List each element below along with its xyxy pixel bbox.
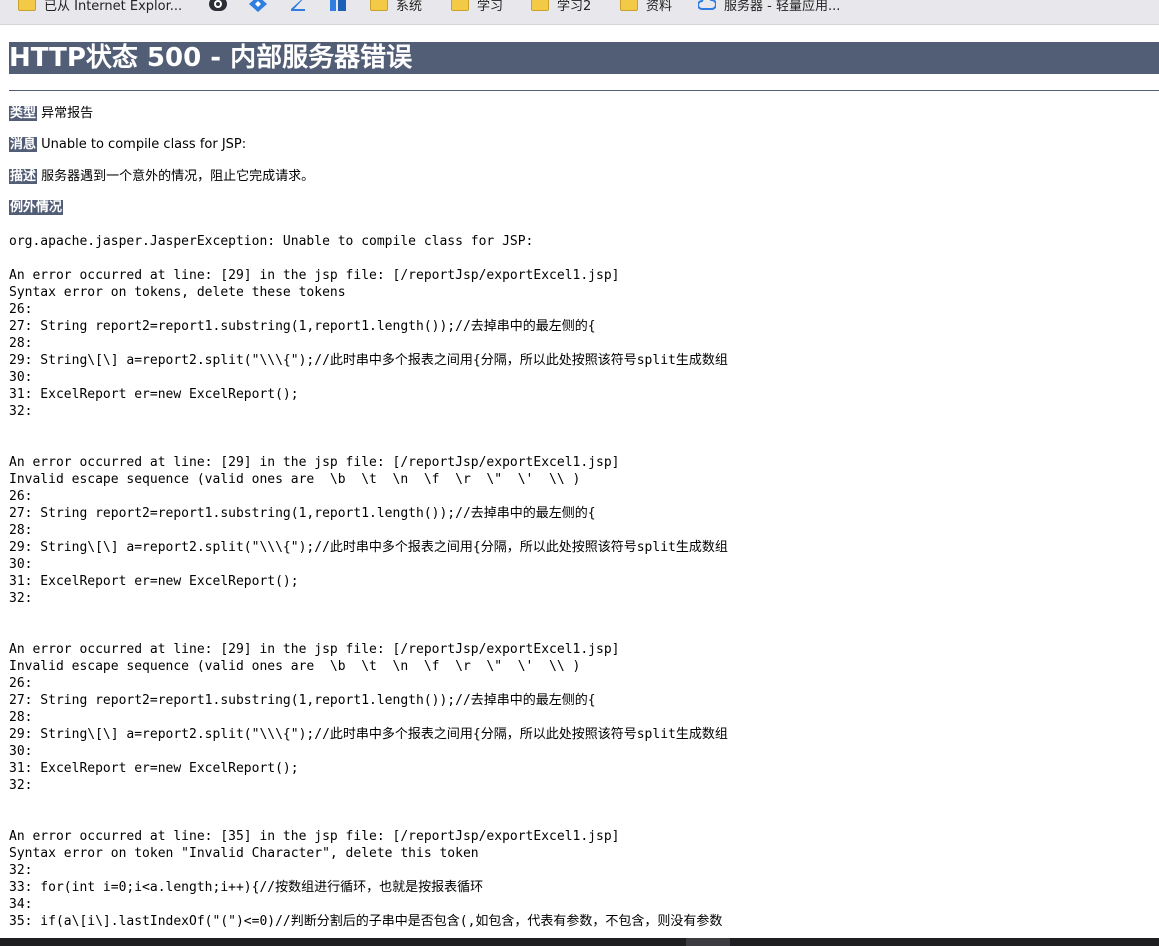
taskbar — [0, 938, 1159, 946]
description-row: 描述 服务器遇到一个意外的情况，阻止它完成请求。 — [9, 168, 314, 186]
folder-icon — [620, 0, 638, 11]
bookmark-label: 已从 Internet Explor... — [44, 0, 183, 14]
cloud-icon — [698, 0, 716, 10]
bookmark-label: 学习 — [477, 0, 504, 14]
z-app-icon — [291, 0, 305, 11]
bookmark-app-1[interactable] — [209, 0, 227, 15]
error-block: An error occurred at line: [29] in the j… — [9, 641, 728, 794]
error-message: Syntax error on token "Invalid Character… — [9, 846, 479, 861]
bookmark-app-4[interactable] — [329, 0, 347, 15]
code-line: 27: String report2=report1.substring(1,r… — [9, 693, 596, 708]
type-row: 类型 异常报告 — [9, 105, 93, 123]
bookmark-folder-system[interactable]: 系统 — [370, 0, 422, 15]
folder-icon — [531, 0, 549, 11]
error-page: HTTP状态 500 - 内部服务器错误 类型 异常报告 消息 Unable t… — [0, 24, 1159, 938]
error-block: An error occurred at line: [35] in the j… — [9, 828, 728, 930]
type-value: 异常报告 — [41, 106, 94, 121]
exception-row: 例外情况 — [9, 199, 64, 217]
stack-trace: org.apache.jasper.JasperException: Unabl… — [9, 233, 728, 930]
code-line: 27: String report2=report1.substring(1,r… — [9, 506, 596, 521]
code-line: 27: String report2=report1.substring(1,r… — [9, 319, 596, 334]
code-line: 31: ExcelReport er=new ExcelReport(); — [9, 761, 299, 776]
error-message: Syntax error on tokens, delete these tok… — [9, 285, 346, 300]
error-block: An error occurred at line: [29] in the j… — [9, 267, 728, 420]
folder-icon — [451, 0, 469, 11]
code-line: 29: String\[\] a=report2.split("\\\{");/… — [9, 353, 728, 368]
code-line: 31: ExcelReport er=new ExcelReport(); — [9, 574, 299, 589]
code-line: 32: — [9, 591, 33, 606]
code-line: 33: for(int i=0;i<a.length;i++){//按数组进行循… — [9, 880, 484, 895]
code-line: 26: — [9, 676, 33, 691]
exception-label: 例外情况 — [9, 200, 64, 215]
message-value: Unable to compile class for JSP: — [41, 137, 247, 152]
code-line: 29: String\[\] a=report2.split("\\\{");/… — [9, 727, 728, 742]
bookmark-label: 资料 — [646, 0, 673, 14]
description-value: 服务器遇到一个意外的情况，阻止它完成请求。 — [41, 169, 315, 184]
folder-icon — [370, 0, 388, 11]
code-line: 30: — [9, 557, 33, 572]
error-header: An error occurred at line: [35] in the j… — [9, 829, 620, 844]
code-line: 32: — [9, 778, 33, 793]
bookmark-app-3[interactable] — [289, 0, 307, 15]
taskbar-active-item[interactable] — [686, 938, 730, 946]
code-line: 29: String\[\] a=report2.split("\\\{");/… — [9, 540, 728, 555]
bookmark-app-2[interactable] — [249, 0, 267, 15]
error-message: Invalid escape sequence (valid ones are … — [9, 472, 581, 487]
error-header: An error occurred at line: [29] in the j… — [9, 455, 620, 470]
message-row: 消息 Unable to compile class for JSP: — [9, 136, 246, 154]
code-line: 26: — [9, 489, 33, 504]
folder-icon — [18, 0, 36, 11]
code-line: 28: — [9, 523, 33, 538]
description-label: 描述 — [9, 169, 38, 184]
error-header: An error occurred at line: [29] in the j… — [9, 268, 620, 283]
error-header: An error occurred at line: [29] in the j… — [9, 642, 620, 657]
code-line: 26: — [9, 302, 33, 317]
divider — [9, 90, 1159, 91]
bookmark-label: 系统 — [396, 0, 423, 14]
diamond-app-icon — [249, 0, 267, 12]
eye-app-icon — [209, 0, 227, 11]
bookmark-folder-study[interactable]: 学习 — [451, 0, 503, 15]
bookmark-label: 服务器 - 轻量应用... — [724, 0, 841, 14]
message-label: 消息 — [9, 137, 38, 152]
page-title: HTTP状态 500 - 内部服务器错误 — [9, 42, 1159, 74]
code-line: 35: if(a\[i\].lastIndexOf("(")<=0)//判断分割… — [9, 914, 723, 929]
code-line: 28: — [9, 710, 33, 725]
bookmark-label: 学习2 — [557, 0, 592, 14]
error-message: Invalid escape sequence (valid ones are … — [9, 659, 581, 674]
code-line: 32: — [9, 404, 33, 419]
bookmark-ie-import[interactable]: 已从 Internet Explor... — [18, 0, 182, 15]
bookmark-folder-study2[interactable]: 学习2 — [531, 0, 591, 15]
exception-summary: org.apache.jasper.JasperException: Unabl… — [9, 234, 534, 249]
hz-app-icon — [330, 0, 346, 11]
bookmark-folder-materials[interactable]: 资料 — [620, 0, 672, 15]
error-block: An error occurred at line: [29] in the j… — [9, 454, 728, 607]
code-line: 31: ExcelReport er=new ExcelReport(); — [9, 387, 299, 402]
type-label: 类型 — [9, 106, 38, 121]
bookmark-server[interactable]: 服务器 - 轻量应用... — [698, 0, 840, 15]
code-line: 28: — [9, 336, 33, 351]
code-line: 30: — [9, 370, 33, 385]
bookmarks-bar: 已从 Internet Explor... 系统 学习 学习2 资料 服务器 -… — [0, 0, 1159, 25]
code-line: 30: — [9, 744, 33, 759]
code-line: 32: — [9, 863, 33, 878]
code-line: 34: — [9, 897, 33, 912]
